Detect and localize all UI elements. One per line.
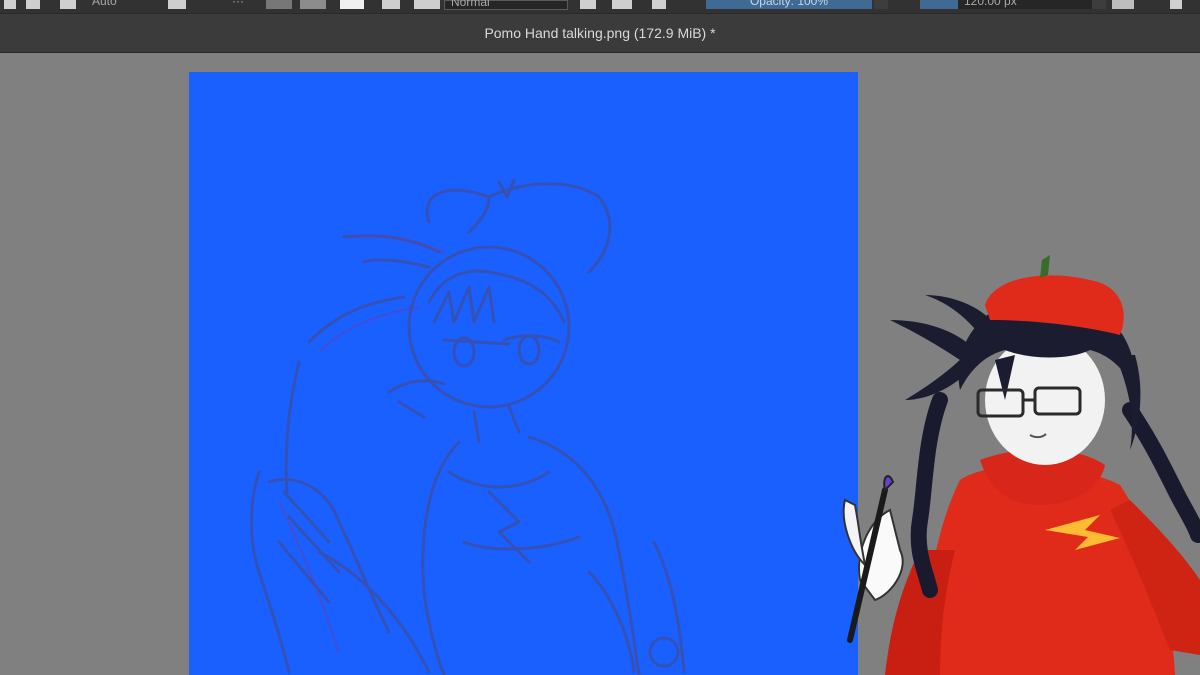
document-tab-bar: Pomo Hand talking.png (172.9 MiB) * <box>0 13 1200 53</box>
color-swap-icon[interactable] <box>340 0 364 9</box>
document-title[interactable]: Pomo Hand talking.png (172.9 MiB) * <box>0 25 1200 41</box>
brush-size-field[interactable]: 120.00 px <box>958 0 1094 9</box>
blend-mode-icon[interactable] <box>414 0 440 9</box>
reload-icon[interactable] <box>652 0 666 9</box>
mirror-icon[interactable] <box>60 0 76 9</box>
mirror-tools-icon[interactable] <box>1112 0 1134 9</box>
blend-mode-select[interactable]: Normal <box>444 0 568 10</box>
brush-tool-icon[interactable] <box>4 0 16 9</box>
gradient-swatch-icon[interactable] <box>300 0 326 9</box>
layers-icon[interactable] <box>382 0 400 9</box>
pattern-swatch-icon[interactable] <box>266 0 292 9</box>
blend-mode-value: Normal <box>451 0 490 9</box>
opacity-spin-icon[interactable] <box>874 0 888 9</box>
sketch-strokes <box>250 178 686 675</box>
mascot-illustration <box>842 255 1200 675</box>
preserve-alpha-icon[interactable] <box>612 0 632 9</box>
drawing-canvas[interactable] <box>189 72 858 675</box>
opacity-value: Opacity: 100% <box>749 0 829 8</box>
brush-size-value: 120.00 px <box>964 0 1017 8</box>
screen-icon[interactable] <box>168 0 186 9</box>
size-mode-label[interactable]: Auto <box>92 0 117 8</box>
size-slider-fill[interactable] <box>920 0 958 9</box>
erase-icon[interactable] <box>580 0 596 9</box>
more-icon[interactable]: ··· <box>232 0 244 8</box>
top-toolbar: Auto ··· Normal Opacity: 100% 120.00 px <box>0 0 1200 13</box>
size-spin-icon[interactable] <box>1092 0 1106 9</box>
play-icon[interactable] <box>1170 0 1182 9</box>
transform-icon[interactable] <box>26 0 40 9</box>
opacity-slider[interactable]: Opacity: 100% <box>706 0 872 9</box>
